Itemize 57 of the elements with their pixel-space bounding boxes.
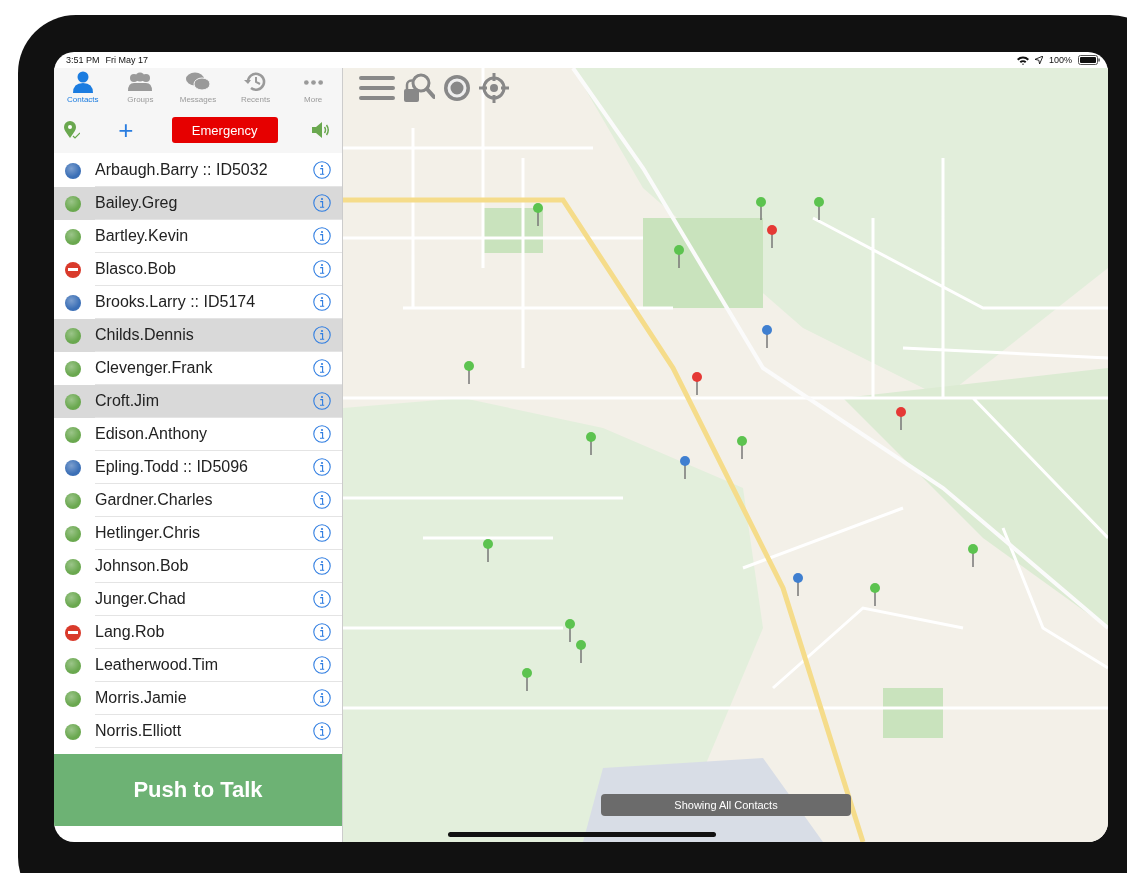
tab[interactable]: Contacts: [54, 68, 112, 107]
contact-name: Croft.Jim: [95, 392, 159, 410]
contact-name: Hetlinger.Chris: [95, 524, 200, 542]
battery-percentage: 100%: [1048, 55, 1072, 65]
contact-name: Brooks.Larry :: ID5174: [95, 293, 256, 311]
info-icon[interactable]: [313, 392, 331, 410]
contact-row[interactable]: Croft.Jim: [54, 385, 342, 418]
info-icon[interactable]: [313, 689, 331, 707]
contact-name: Norris.Elliott: [95, 722, 182, 740]
contact-row[interactable]: Bailey.Greg: [54, 187, 342, 220]
speaker-icon[interactable]: [312, 122, 330, 138]
contact-name: Bailey.Greg: [95, 194, 178, 212]
info-icon[interactable]: [313, 458, 331, 476]
status-toast: Showing All Contacts: [601, 794, 851, 816]
info-icon[interactable]: [313, 722, 331, 740]
contact-name: Gardner.Charles: [95, 491, 213, 509]
info-icon[interactable]: [313, 590, 331, 608]
contact-name: Johnson.Bob: [95, 557, 189, 575]
info-icon[interactable]: [313, 491, 331, 509]
location-arrow-icon: [1034, 56, 1043, 64]
emergency-button[interactable]: Emergency: [171, 117, 278, 143]
contact-name: Morris.Jamie: [95, 689, 187, 707]
info-icon[interactable]: [313, 524, 331, 542]
wifi-icon: [1016, 55, 1029, 65]
add-button[interactable]: +: [114, 117, 138, 143]
menu-icon[interactable]: [359, 75, 395, 101]
contact-name: Junger.Chad: [95, 590, 186, 608]
info-icon[interactable]: [313, 227, 331, 245]
chat-bubbles-icon: [185, 71, 211, 93]
more-dots-icon: [303, 80, 323, 85]
info-icon[interactable]: [313, 326, 331, 344]
info-icon[interactable]: [313, 293, 331, 311]
info-icon[interactable]: [313, 194, 331, 212]
contact-name: Bartley.Kevin: [95, 227, 189, 245]
people-icon: [127, 71, 154, 93]
battery-icon: [1078, 55, 1100, 65]
status-time: 3:51 PM: [66, 55, 100, 65]
contact-row[interactable]: Childs.Dennis: [54, 319, 342, 352]
info-icon[interactable]: [313, 260, 331, 278]
info-icon[interactable]: [313, 359, 331, 377]
contact-name: Lang.Rob: [95, 623, 165, 641]
info-icon[interactable]: [313, 161, 331, 179]
contact-name: Arbaugh.Barry :: ID5032: [95, 161, 268, 179]
contact-name: Clevenger.Frank: [95, 359, 213, 377]
crosshair-icon[interactable]: [479, 73, 509, 103]
info-icon[interactable]: [313, 623, 331, 641]
contact-name: Childs.Dennis: [95, 326, 194, 344]
info-icon[interactable]: [313, 425, 331, 443]
info-icon[interactable]: [313, 656, 331, 674]
contact-name: Epling.Todd :: ID5096: [95, 458, 248, 476]
info-icon[interactable]: [313, 557, 331, 575]
lock-search-icon[interactable]: [403, 72, 435, 104]
contact-name: Edison.Anthony: [95, 425, 208, 443]
contact-name: Blasco.Bob: [95, 260, 176, 278]
status-date: Fri May 17: [105, 55, 149, 65]
map-pin-check-icon[interactable]: [64, 121, 80, 139]
contact-name: Leatherwood.Tim: [95, 656, 219, 674]
